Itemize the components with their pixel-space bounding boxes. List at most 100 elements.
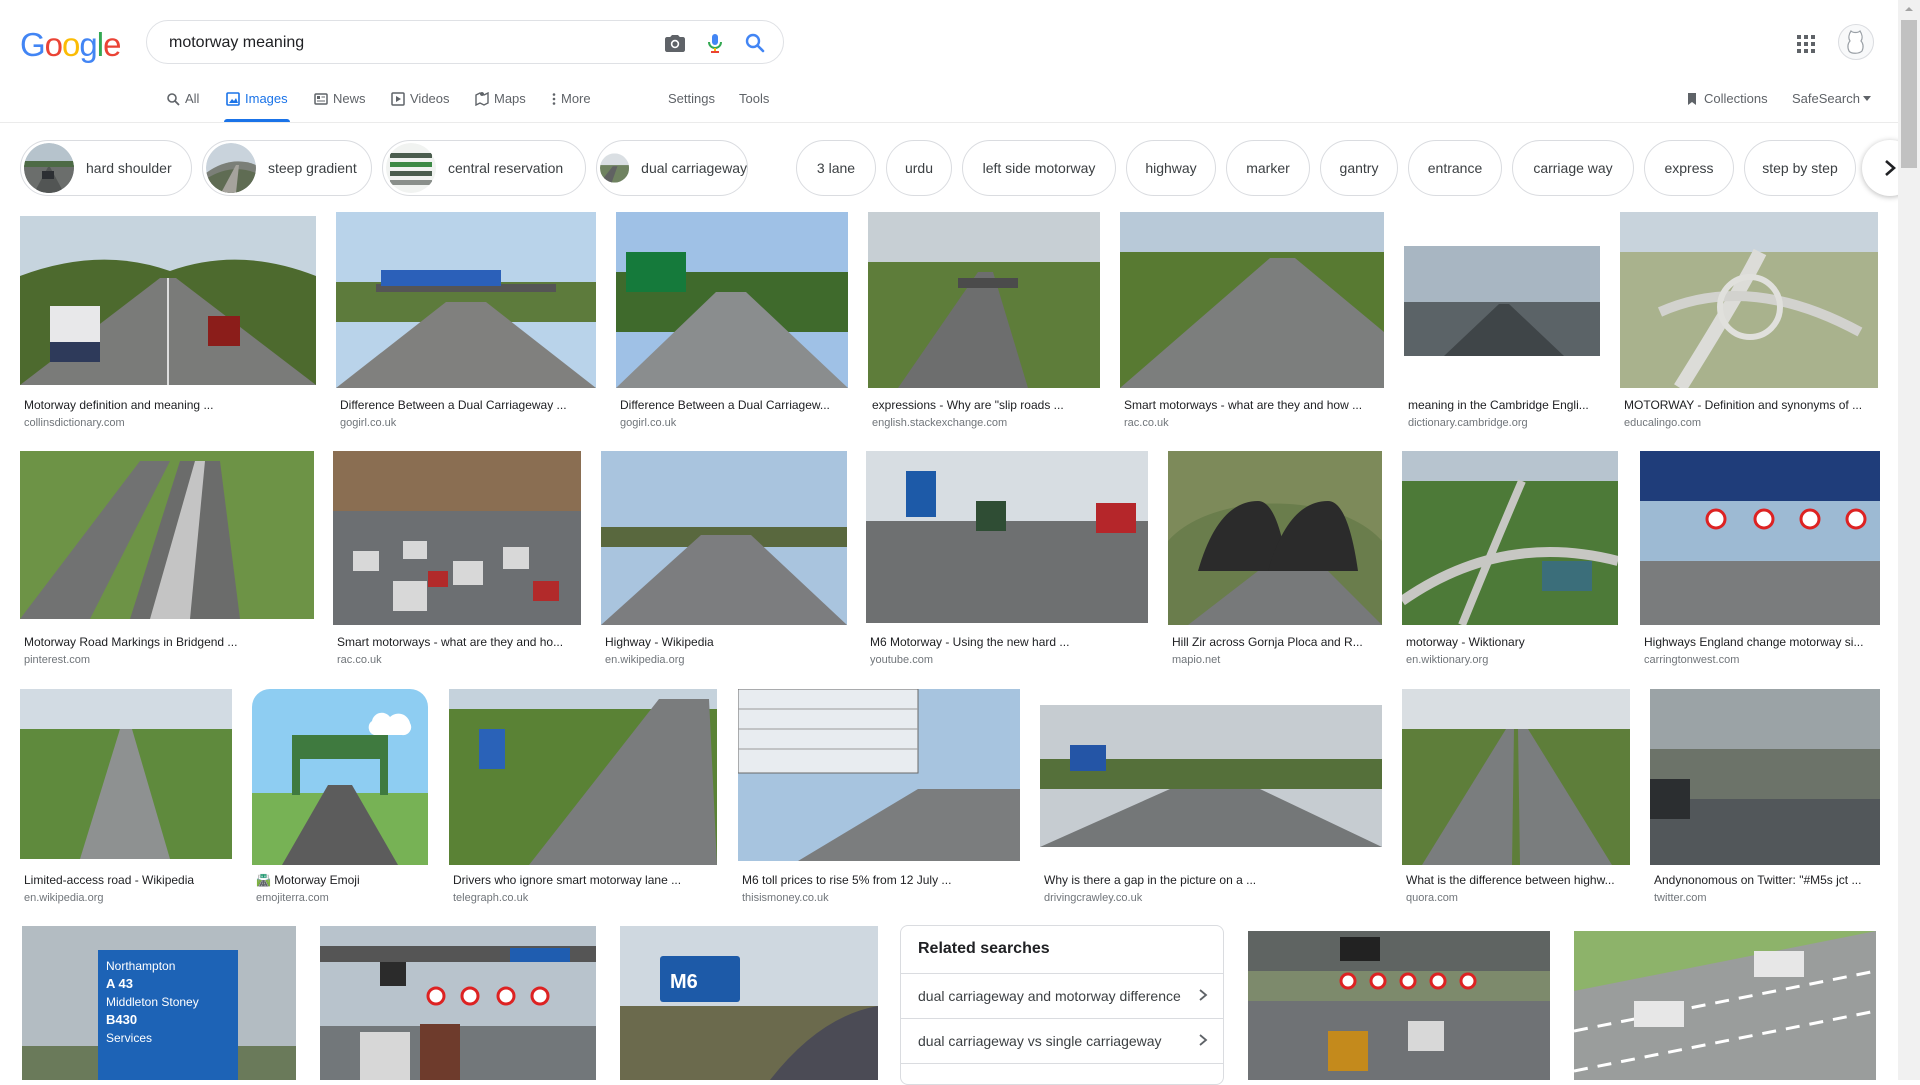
related-search-item[interactable] [901,1063,1223,1085]
scroll-up-arrow-icon[interactable] [1898,0,1920,18]
image-result[interactable]: Smart motorways - what are they and ho..… [333,451,581,671]
image-result[interactable]: Highways England change motorway si... c… [1640,451,1880,671]
search-box[interactable] [146,20,784,64]
image-result[interactable]: expressions - Why are "slip roads ... en… [868,212,1100,432]
chip-central-reservation[interactable]: central reservation [382,140,586,196]
microphone-icon[interactable] [703,31,727,55]
chip-entrance[interactable]: entrance [1408,140,1502,196]
chip-left-side-motorway[interactable]: left side motorway [962,140,1116,196]
image-result[interactable]: motorway - Wiktionary en.wiktionary.org [1402,451,1618,671]
chip-marker[interactable]: marker [1226,140,1310,196]
chip-thumbnail [206,143,256,193]
result-title: Motorway Road Markings in Bridgend ... [24,635,238,649]
chevron-right-icon [1885,160,1896,176]
result-source: gogirl.co.uk [340,417,397,429]
news-icon [314,93,328,105]
chip-dual-carriageway[interactable]: dual carriageway [596,140,748,196]
image-result[interactable]: Highway - Wikipedia en.wikipedia.org [601,451,847,671]
result-thumbnail [1120,212,1384,388]
search-icon[interactable] [743,31,767,55]
image-result[interactable]: MOTORWAY - Definition and synonyms of ..… [1620,212,1878,432]
image-result[interactable]: Andynonomous on Twitter: "#M5s jct ... t… [1650,689,1880,909]
image-result[interactable]: What is the difference between highw... … [1402,689,1630,909]
chip-express[interactable]: express [1644,140,1734,196]
result-source: en.wiktionary.org [1406,654,1489,666]
tab-more[interactable]: More [551,88,591,122]
settings-link[interactable]: Settings [668,88,715,122]
result-title: Highways England change motorway si... [1644,635,1864,649]
chip-carriage-way[interactable]: carriage way [1512,140,1634,196]
image-result[interactable]: Drivers who ignore smart motorway lane .… [449,689,717,909]
settings-label: Settings [668,91,715,106]
result-thumbnail: M6 [620,926,878,1080]
camera-icon[interactable] [663,31,687,55]
result-title: 🛣️ Motorway Emoji [256,873,360,887]
result-source: rac.co.uk [337,654,382,666]
search-icon [167,93,180,106]
image-result[interactable] [320,926,596,1080]
tab-all[interactable]: All [166,88,199,122]
image-result[interactable]: Why is there a gap in the picture on a .… [1040,689,1382,909]
chip-label: carriage way [1533,160,1613,176]
chip-3-lane[interactable]: 3 lane [796,140,876,196]
result-thumbnail [1402,689,1630,865]
chip-label: dual carriageway [641,160,747,176]
result-title: expressions - Why are "slip roads ... [872,398,1064,412]
image-result[interactable]: Difference Between a Dual Carriagew... g… [616,212,848,432]
tab-images[interactable]: Images [224,88,290,122]
chip-highway[interactable]: highway [1126,140,1216,196]
image-result[interactable] [1574,931,1876,1080]
chip-urdu[interactable]: urdu [886,140,952,196]
image-result[interactable]: meaning in the Cambridge Engli... dictio… [1404,212,1600,432]
google-logo[interactable]: Google [20,26,121,64]
bookmark-icon [1688,93,1696,105]
image-result[interactable]: Motorway definition and meaning ... coll… [20,216,316,432]
result-source: carringtonwest.com [1644,654,1740,666]
result-source: en.wikipedia.org [605,654,685,666]
chip-hard-shoulder[interactable]: hard shoulder [20,140,192,196]
result-title: M6 toll prices to rise 5% from 12 July .… [742,873,952,887]
chip-step-by-step[interactable]: step by step [1744,140,1856,196]
chip-label: 3 lane [816,160,856,176]
chip-label: step by step [1762,160,1838,176]
image-result[interactable]: Hill Zir across Gornja Ploca and R... ma… [1168,451,1382,671]
chip-steep-gradient[interactable]: steep gradient [202,140,372,196]
map-icon [475,92,489,106]
image-result[interactable]: M6 toll prices to rise 5% from 12 July .… [738,689,1020,909]
related-search-item[interactable]: dual carriageway vs single carriageway [901,1018,1223,1063]
chip-label: express [1664,160,1714,176]
image-result[interactable]: Motorway Road Markings in Bridgend ... p… [20,451,314,671]
result-title: Limited-access road - Wikipedia [24,873,195,887]
safesearch-dropdown[interactable]: SafeSearch [1792,88,1871,122]
more-vert-icon [552,93,556,105]
image-result[interactable]: 🛣️ Motorway Emoji emojiterra.com [252,689,428,909]
image-result[interactable]: M6 [620,926,878,1080]
image-result[interactable]: M6 Motorway - Using the new hard ... you… [866,451,1148,671]
image-result[interactable]: Limited-access road - Wikipedia en.wikip… [20,689,232,909]
image-result[interactable]: Northampton A 43 Middleton Stoney B430 S… [22,926,296,1080]
collections-link[interactable]: Collections [1685,88,1768,122]
result-thumbnail [1248,931,1550,1080]
result-title: Smart motorways - what are they and how … [1124,398,1363,412]
image-icon [226,92,240,106]
related-search-item[interactable]: dual carriageway and motorway difference [901,973,1223,1018]
chip-label: central reservation [448,160,564,176]
account-icon [1847,30,1864,54]
tools-label: Tools [739,91,770,106]
scrollbar-thumb[interactable] [1901,20,1917,168]
chip-gantry[interactable]: gantry [1320,140,1398,196]
chip-label: urdu [904,160,934,176]
tab-news[interactable]: News [314,88,366,122]
search-input[interactable] [167,29,641,57]
image-result[interactable]: Smart motorways - what are they and how … [1120,212,1384,432]
apps-grid-icon[interactable] [1796,34,1816,54]
tab-maps[interactable]: Maps [475,88,526,122]
avatar[interactable] [1838,24,1874,60]
result-thumbnail [866,451,1148,623]
image-result[interactable]: Difference Between a Dual Carriageway ..… [336,212,596,432]
tools-link[interactable]: Tools [739,88,769,122]
tab-videos[interactable]: Videos [391,88,450,122]
image-result[interactable] [1248,931,1550,1080]
search-tabs: All Images News Videos Maps More Setting… [0,88,1920,122]
result-thumbnail [1040,689,1382,865]
